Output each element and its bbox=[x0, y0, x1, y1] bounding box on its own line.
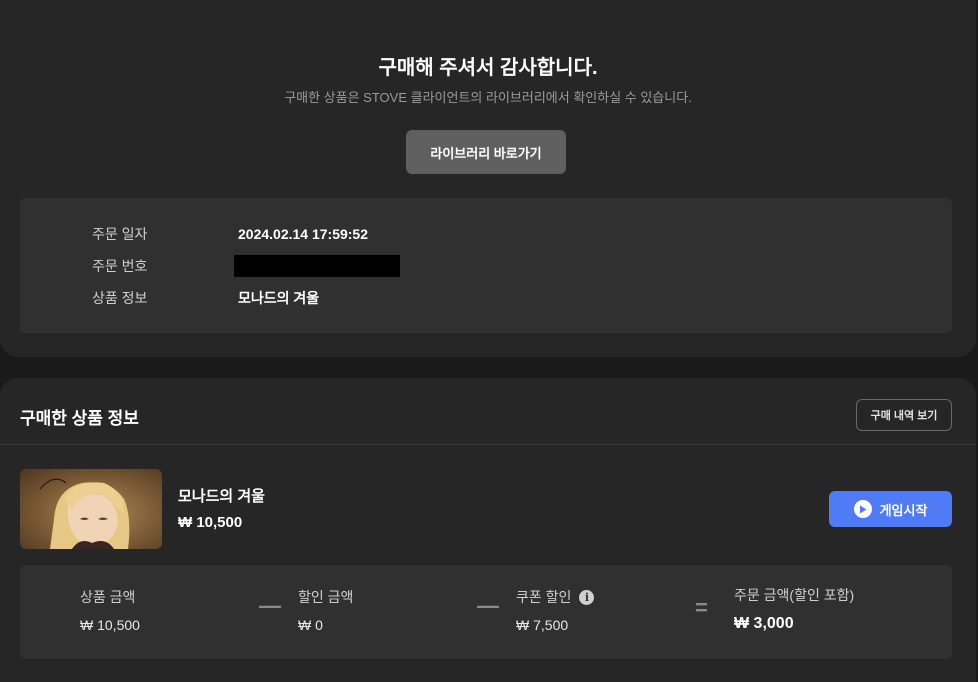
price-summary-box: 상품 금액 ₩ 10,500 — 할인 금액 ₩ 0 — 쿠폰 할인 i ₩ 7… bbox=[20, 565, 952, 659]
order-number-redacted bbox=[234, 255, 400, 277]
order-complete-panel: 구매해 주셔서 감사합니다. 구매한 상품은 STOVE 클라이언트의 라이브러… bbox=[0, 0, 976, 357]
order-date-row: 주문 일자 2024.02.14 17:59:52 bbox=[20, 222, 952, 246]
discount-amount-label: 할인 금액 bbox=[298, 589, 354, 605]
product-thumbnail[interactable] bbox=[20, 469, 162, 549]
order-date-value: 2024.02.14 17:59:52 bbox=[238, 226, 368, 242]
game-start-button[interactable]: 게임시작 bbox=[829, 491, 952, 527]
order-date-label: 주문 일자 bbox=[92, 226, 148, 242]
page-subtitle: 구매한 상품은 STOVE 클라이언트의 라이브러리에서 확인하실 수 있습니다… bbox=[284, 90, 692, 105]
purchased-product-panel: 구매한 상품 정보 구매 내역 보기 모나드의 겨울 ₩ 10,500 게임시작… bbox=[0, 378, 976, 682]
order-number-row: 주문 번호 bbox=[20, 254, 952, 278]
order-number-label: 주문 번호 bbox=[92, 258, 148, 274]
order-product-row: 상품 정보 모나드의 겨울 bbox=[20, 286, 952, 310]
discount-amount-value: ₩ 0 bbox=[298, 617, 323, 633]
product-name: 모나드의 겨울 bbox=[178, 488, 265, 505]
coupon-discount-label: 쿠폰 할인 bbox=[516, 589, 572, 605]
info-icon[interactable]: i bbox=[579, 589, 595, 605]
minus-operator: — bbox=[259, 593, 281, 618]
character-portrait-image bbox=[39, 478, 130, 549]
product-amount: 상품 금액 ₩ 10,500 bbox=[80, 587, 140, 633]
order-info-box: 주문 일자 2024.02.14 17:59:52 주문 번호 상품 정보 모나… bbox=[20, 198, 952, 333]
purchase-history-button[interactable]: 구매 내역 보기 bbox=[856, 399, 952, 431]
discount-amount: 할인 금액 ₩ 0 bbox=[298, 587, 353, 633]
order-product-value: 모나드의 겨울 bbox=[238, 290, 320, 306]
page-title: 구매해 주셔서 감사합니다. bbox=[378, 57, 598, 79]
library-button[interactable]: 라이브러리 바로가기 bbox=[406, 130, 566, 174]
game-start-label: 게임시작 bbox=[879, 502, 928, 518]
minus-operator: — bbox=[477, 593, 499, 618]
coupon-discount: 쿠폰 할인 i ₩ 7,500 bbox=[516, 587, 595, 633]
order-total-value: ₩ 3,000 bbox=[734, 615, 794, 632]
order-total-label: 주문 금액(할인 포함) bbox=[734, 587, 855, 603]
product-price: ₩ 10,500 bbox=[178, 514, 243, 531]
product-amount-label: 상품 금액 bbox=[80, 589, 136, 605]
order-total: 주문 금액(할인 포함) ₩ 3,000 bbox=[734, 585, 854, 633]
order-product-label: 상품 정보 bbox=[92, 290, 148, 306]
divider bbox=[0, 444, 976, 445]
section-title: 구매한 상품 정보 bbox=[20, 409, 139, 428]
play-icon bbox=[853, 500, 872, 518]
coupon-discount-label-row: 쿠폰 할인 i bbox=[516, 587, 595, 607]
coupon-discount-value: ₩ 7,500 bbox=[516, 617, 569, 633]
product-amount-value: ₩ 10,500 bbox=[80, 617, 140, 633]
equals-operator: = bbox=[695, 595, 708, 620]
